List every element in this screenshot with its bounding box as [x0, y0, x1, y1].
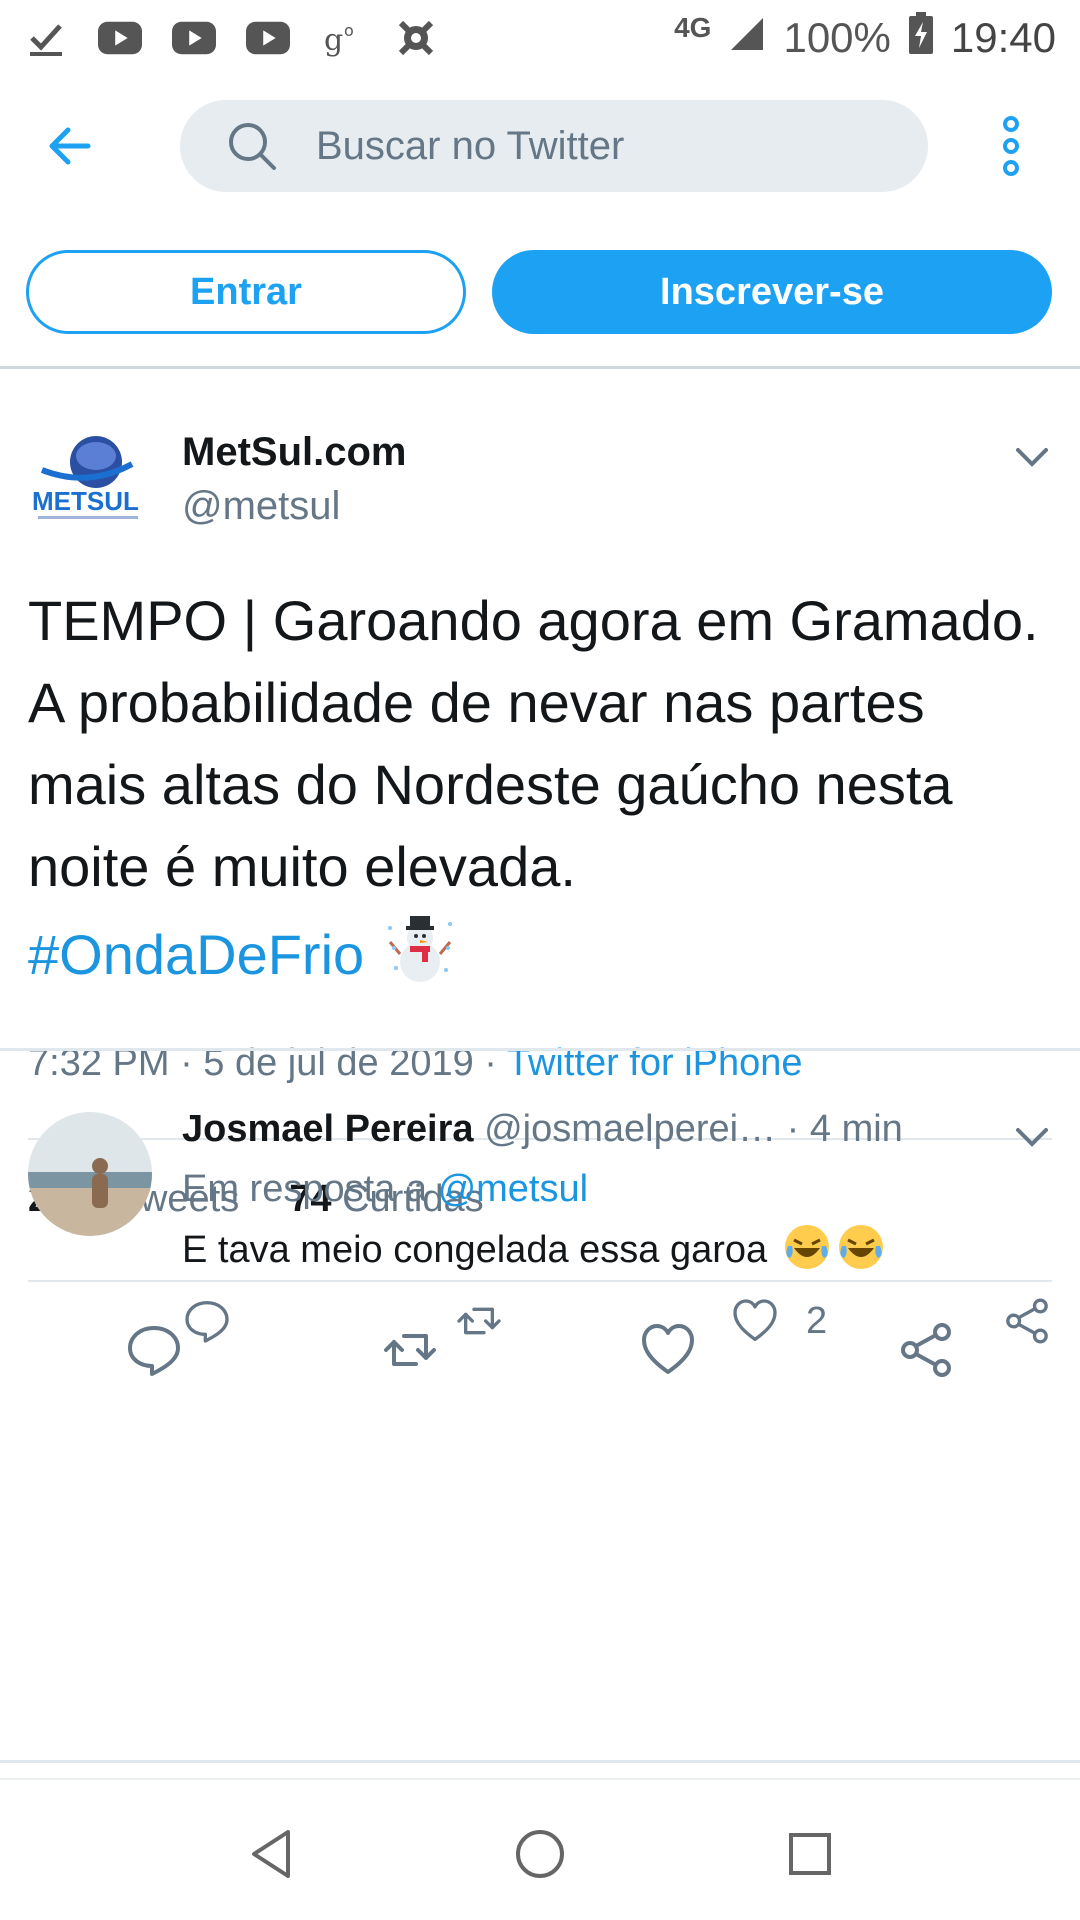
tweet-text: TEMPO | Garoando agora em Gramado. A pro… [28, 580, 1058, 996]
author-handle[interactable]: @metsul [182, 484, 340, 529]
in-reply-prefix: Em resposta a [182, 1168, 438, 1210]
svg-text:o: o [344, 21, 354, 40]
top-bar: Buscar no Twitter [0, 96, 1080, 196]
reply-icon[interactable] [182, 1296, 232, 1346]
like-heart-icon[interactable] [730, 1296, 780, 1346]
in-reply-to: Em resposta a @metsul [182, 1168, 588, 1211]
reply-actions: 2 [0, 1296, 1080, 1356]
clock: 19:40 [950, 14, 1056, 61]
youtube-icon [98, 18, 142, 58]
battery-percent: 100% [783, 14, 891, 61]
signal-icon [729, 14, 765, 62]
tweet-body: TEMPO | Garoando agora em Gramado. A pro… [28, 589, 1039, 898]
chevron-down-icon[interactable] [1012, 1116, 1052, 1156]
reply-text: E tava meio congelada essa garoa [182, 1222, 886, 1272]
reply-time: · 4 min [786, 1108, 903, 1150]
network-type: 4G [674, 12, 712, 43]
hashtag-link[interactable]: #OndaDeFrio [28, 923, 364, 986]
divider [0, 1048, 1080, 1051]
author-name[interactable]: MetSul.com [182, 430, 406, 475]
reply-tweet[interactable]: Josmael Pereira @josmaelperei… · 4 min E… [0, 1052, 1080, 1382]
chevron-down-icon[interactable] [1012, 436, 1052, 476]
status-bar: go 4G 100% 19:40 [0, 0, 1080, 76]
system-status: 4G 100% 19:40 [674, 12, 1056, 64]
metsul-logo[interactable]: METSUL [28, 430, 148, 530]
back-triangle-icon[interactable] [244, 1826, 300, 1882]
auth-buttons: Entrar Inscrever-se [0, 250, 1080, 336]
youtube-icon [172, 18, 216, 58]
reply-header: Josmael Pereira @josmaelperei… · 4 min [182, 1108, 903, 1151]
reply-author-name[interactable]: Josmael Pereira [182, 1108, 474, 1150]
download-done-icon [24, 18, 68, 58]
logo-text: METSUL [32, 486, 139, 516]
search-input[interactable]: Buscar no Twitter [180, 100, 928, 192]
reply-like-count: 2 [806, 1300, 828, 1342]
youtube-icon [246, 18, 290, 58]
battery-charging-icon [908, 12, 933, 64]
app-icon [394, 18, 438, 58]
laughing-emoji-icon [836, 1222, 886, 1272]
share-icon[interactable] [1002, 1296, 1052, 1346]
home-circle-icon[interactable] [512, 1826, 568, 1882]
notification-icons: go [24, 18, 438, 58]
snowman-emoji-icon [380, 908, 460, 988]
reply-author-handle[interactable]: @josmaelperei… [484, 1108, 776, 1150]
avatar[interactable] [28, 1112, 152, 1236]
reply-body: E tava meio congelada essa garoa [182, 1229, 768, 1271]
back-arrow-icon[interactable] [42, 118, 98, 174]
divider [0, 1760, 1080, 1763]
more-options-icon[interactable] [996, 114, 1026, 178]
signup-button[interactable]: Inscrever-se [492, 250, 1052, 334]
search-placeholder: Buscar no Twitter [316, 123, 625, 168]
g-app-icon: go [320, 18, 364, 58]
svg-text:g: g [324, 23, 343, 58]
retweet-icon[interactable] [454, 1296, 504, 1346]
search-icon [224, 118, 280, 174]
login-button[interactable]: Entrar [26, 250, 466, 334]
divider [0, 366, 1080, 369]
recents-square-icon[interactable] [782, 1826, 838, 1882]
laughing-emoji-icon [782, 1222, 832, 1272]
mention-link[interactable]: @metsul [438, 1168, 589, 1210]
navigation-bar [0, 1778, 1080, 1920]
